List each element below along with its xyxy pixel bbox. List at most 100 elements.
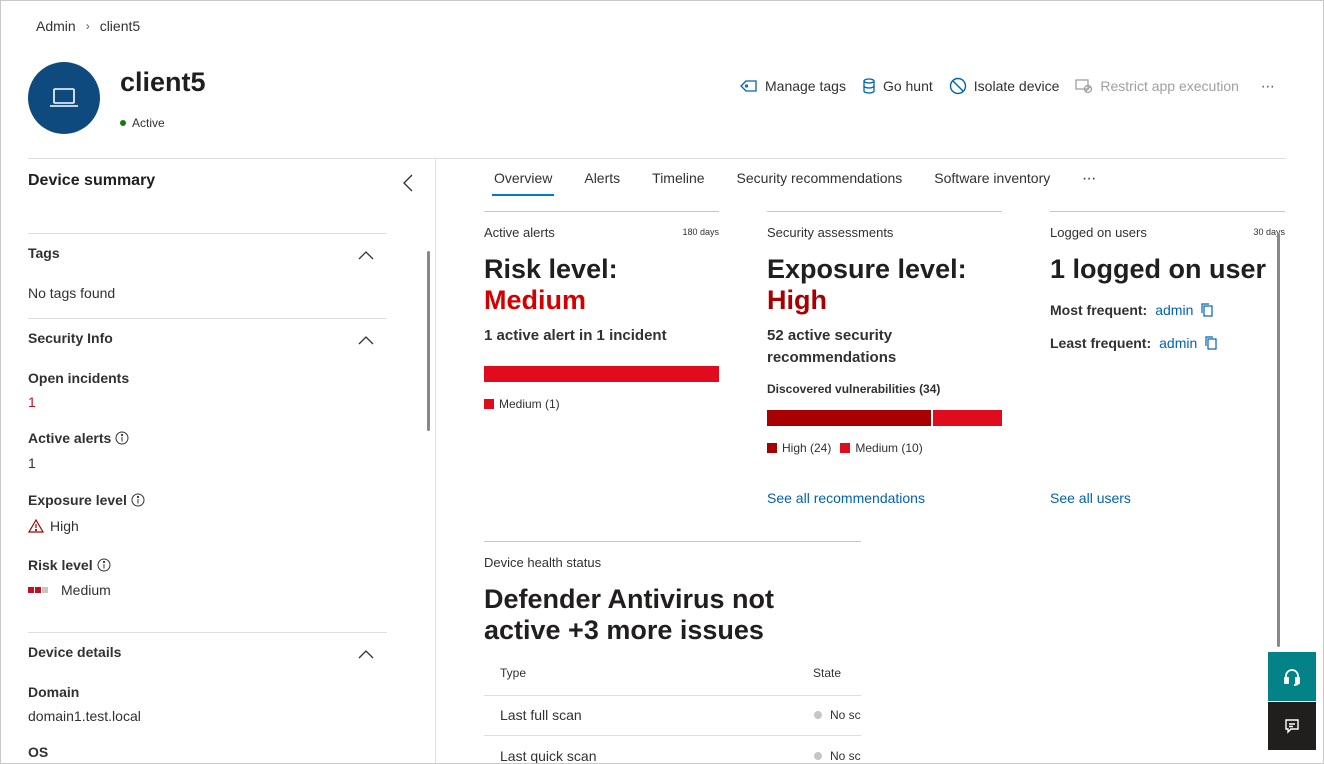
device-page: Admin › client5 client5 Active Manage ta… (0, 0, 1324, 764)
column-header-state[interactable]: State (813, 666, 841, 680)
vuln-medium-segment (933, 410, 1002, 426)
manage-tags-button[interactable]: Manage tags (740, 78, 846, 94)
restrict-app-icon (1075, 78, 1093, 94)
risk-level-heading: Risk level: (484, 254, 618, 284)
tags-toggle[interactable] (358, 247, 374, 265)
table-divider (484, 735, 861, 736)
database-icon (862, 78, 876, 94)
chevron-right-icon: › (85, 19, 90, 33)
divider (28, 233, 387, 234)
tab-timeline[interactable]: Timeline (652, 170, 704, 196)
legend-medium-label: Medium (1) (499, 397, 560, 411)
headset-icon (1284, 668, 1300, 686)
copy-icon[interactable] (1200, 302, 1214, 318)
state-dot-icon (814, 711, 822, 719)
legend-medium: Medium (10) (840, 441, 923, 455)
more-actions-button[interactable]: ⋯ (1261, 78, 1277, 95)
status-dot-icon (120, 120, 126, 126)
main-scrollbar[interactable] (1277, 233, 1280, 647)
most-frequent-user-link[interactable]: admin (1155, 302, 1193, 318)
exposure-level-heading: Exposure level: (767, 254, 967, 284)
help-button[interactable] (1268, 652, 1316, 701)
logged-users-heading: 1 logged on user (1050, 254, 1267, 284)
feedback-button[interactable] (1268, 702, 1316, 750)
device-summary-panel: Device summary Tags No tags found Securi… (1, 159, 436, 763)
restrict-app-execution-button[interactable]: Restrict app execution (1075, 78, 1239, 94)
tabs-more-button[interactable]: ⋯ (1082, 170, 1098, 196)
legend-high: High (24) (767, 441, 831, 455)
exposure-level-text: High (50, 518, 79, 534)
most-frequent-row: Most frequent: admin (1050, 302, 1214, 318)
vulnerabilities-legend: High (24) Medium (10) (767, 441, 932, 455)
collapse-panel-button[interactable] (402, 174, 414, 197)
divider (28, 632, 387, 633)
active-alerts-label: Active alerts (28, 430, 129, 446)
breadcrumb: Admin › client5 (36, 18, 140, 34)
health-heading-line1: Defender Antivirus not (484, 584, 775, 614)
risk-level-bars-icon (28, 587, 49, 593)
domain-label: Domain (28, 684, 80, 700)
chevron-up-icon (358, 336, 374, 345)
open-incidents-label: Open incidents (28, 370, 130, 386)
tab-security-recommendations[interactable]: Security recommendations (737, 170, 903, 196)
see-all-recommendations-link[interactable]: See all recommendations (767, 490, 925, 506)
breadcrumb-root[interactable]: Admin (36, 18, 76, 34)
copy-icon[interactable] (1204, 335, 1218, 351)
security-assessments-card: Security assessments Exposure level: Hig… (767, 211, 1002, 511)
left-scrollbar[interactable] (427, 251, 430, 431)
open-incidents-value[interactable]: 1 (28, 394, 36, 410)
chevron-left-icon (403, 174, 413, 192)
most-frequent-label: Most frequent: (1050, 302, 1148, 318)
vulnerabilities-bar (767, 410, 1002, 426)
info-icon[interactable] (97, 558, 111, 572)
os-label: OS (28, 744, 49, 760)
alerts-summary: 1 active alert in 1 incident (484, 327, 667, 344)
state-text: No sc (830, 749, 861, 763)
least-frequent-user-link[interactable]: admin (1159, 335, 1197, 351)
action-bar: Manage tags Go hunt Isolate device Restr… (740, 77, 1277, 95)
info-icon[interactable] (115, 431, 129, 445)
device-avatar (28, 62, 100, 134)
info-icon[interactable] (131, 493, 145, 507)
see-all-users-link[interactable]: See all users (1050, 490, 1131, 506)
alerts-severity-bar (484, 366, 719, 382)
recommendations-summary-line1: 52 active security (767, 327, 893, 344)
go-hunt-button[interactable]: Go hunt (862, 78, 933, 94)
state-dot-icon (814, 752, 822, 760)
domain-value: domain1.test.local (28, 708, 141, 724)
medium-swatch-icon (484, 399, 494, 409)
breadcrumb-current: client5 (99, 18, 141, 34)
health-row-type: Last full scan (500, 707, 582, 723)
active-alerts-value: 1 (28, 455, 36, 471)
restrict-app-label: Restrict app execution (1100, 78, 1239, 94)
health-row-state: No sc (814, 749, 862, 763)
device-status: Active (120, 116, 165, 130)
alerts-legend: Medium (1) (484, 397, 569, 411)
device-details-toggle[interactable] (358, 646, 374, 664)
tags-heading: Tags (28, 245, 60, 261)
card-title: Security assessments (767, 225, 894, 240)
device-health-card: Device health status Defender Antivirus … (484, 541, 861, 763)
column-header-type[interactable]: Type (500, 666, 526, 680)
legend-medium-label: Medium (10) (855, 441, 923, 455)
risk-level-label: Risk level (28, 557, 111, 573)
security-info-toggle[interactable] (358, 332, 374, 350)
exposure-level-value: High (28, 518, 79, 534)
medium-swatch-icon (840, 443, 851, 453)
device-summary-title: Device summary (28, 172, 156, 189)
isolate-device-button[interactable]: Isolate device (949, 77, 1060, 95)
card-title: Logged on users (1050, 225, 1147, 240)
chevron-up-icon (358, 650, 374, 659)
tab-software-inventory[interactable]: Software inventory (934, 170, 1050, 196)
security-info-heading: Security Info (28, 330, 113, 346)
divider (28, 318, 387, 319)
card-days: 180 days (682, 227, 719, 237)
isolate-device-label: Isolate device (973, 78, 1060, 94)
go-hunt-label: Go hunt (882, 78, 933, 94)
warning-icon (28, 519, 44, 533)
vulnerabilities-title: Discovered vulnerabilities (34) (767, 382, 941, 396)
card-title: Active alerts (484, 225, 555, 240)
least-frequent-row: Least frequent: admin (1050, 335, 1218, 351)
tab-overview[interactable]: Overview (491, 170, 555, 196)
tab-alerts[interactable]: Alerts (584, 170, 620, 196)
